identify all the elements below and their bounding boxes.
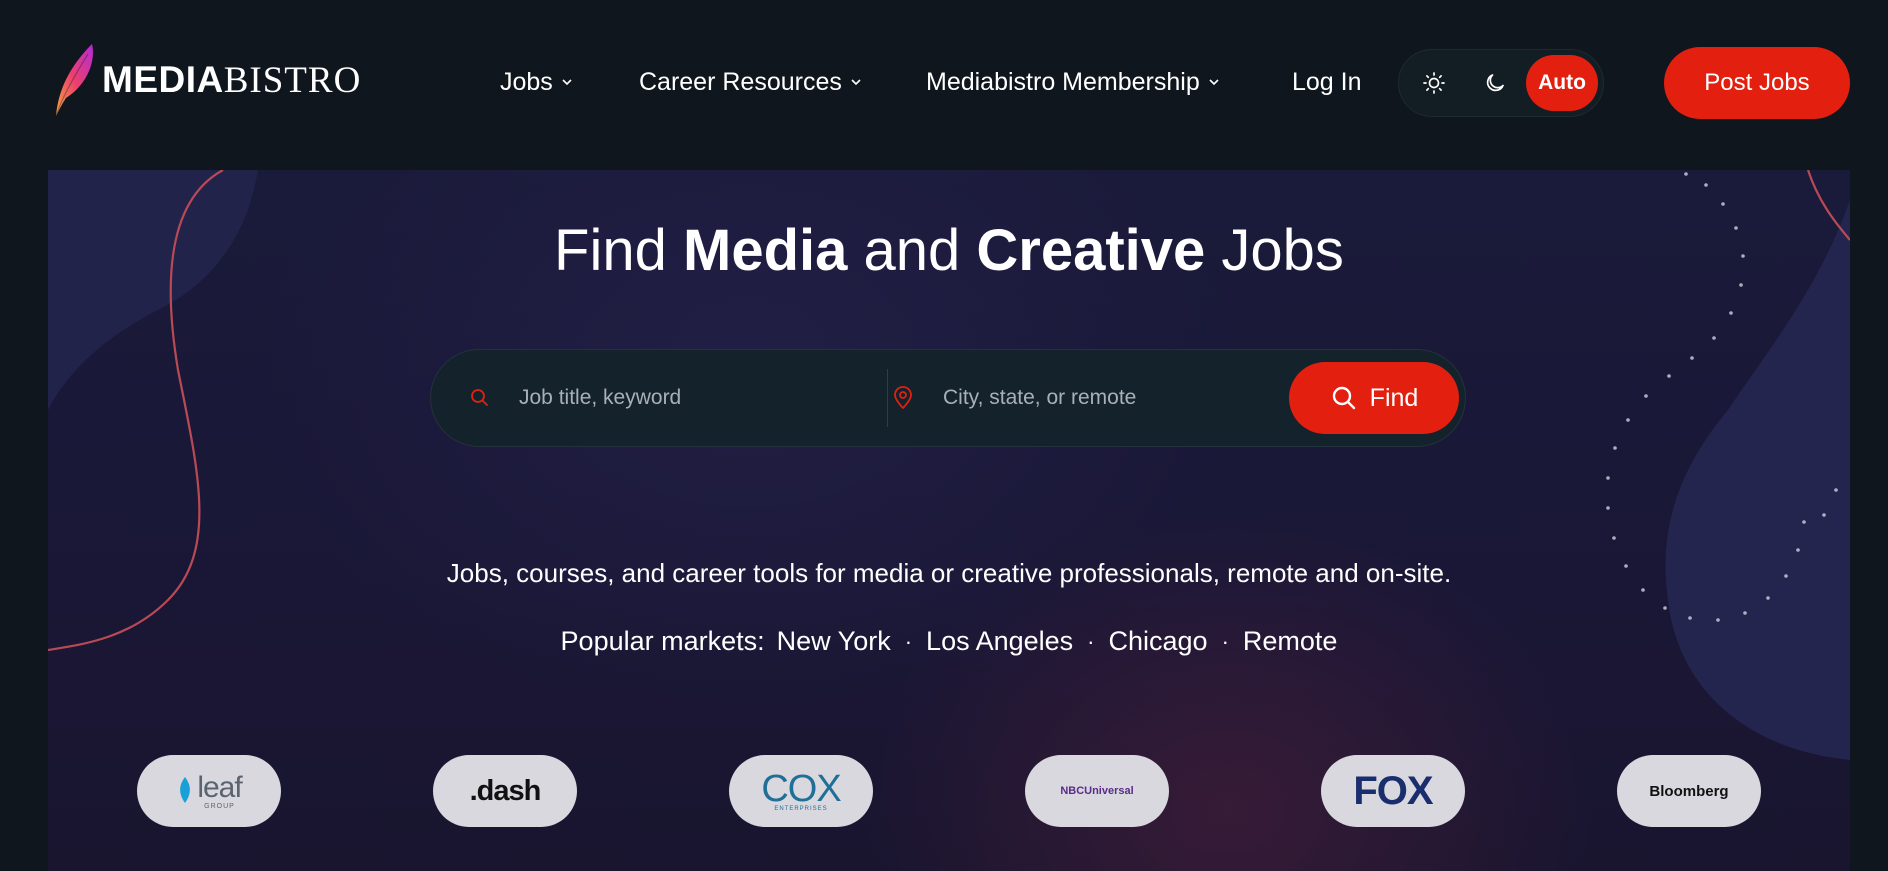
dash-logo[interactable]: .dash (433, 755, 577, 827)
find-button[interactable]: Find (1289, 362, 1459, 434)
nav-item-membership[interactable]: Mediabistro Membership (926, 68, 1221, 97)
cox-logo-main: COX (761, 768, 841, 810)
title-part: Find (554, 218, 683, 283)
chevron-down-icon (562, 79, 572, 86)
sun-icon (1423, 72, 1445, 94)
nav-item-label: Jobs (500, 67, 553, 96)
nbcuniversal-logo[interactable]: NBCUniversal (1025, 755, 1169, 827)
dash-logo-text: .dash (469, 774, 542, 807)
light-theme-button[interactable] (1407, 56, 1461, 110)
search-icon (1332, 386, 1355, 410)
job-search-bar: Find (430, 349, 1466, 447)
hero-title: Find Media and Creative Jobs (48, 216, 1850, 286)
theme-switcher: Auto (1398, 49, 1604, 117)
market-link-los-angeles[interactable]: Los Angeles (926, 626, 1073, 657)
leaf-group-logo[interactable]: leaf GROUP (137, 755, 281, 827)
nav-item-label: Career Resources (639, 67, 842, 96)
nav-item-jobs[interactable]: Jobs (500, 68, 574, 97)
login-label: Log In (1292, 67, 1362, 96)
site-header: MEDIA BISTRO Jobs Career Resources Mediab… (0, 0, 1888, 170)
dot-separator: · (904, 628, 913, 654)
market-link-remote[interactable]: Remote (1243, 626, 1338, 657)
bloomberg-logo-text: Bloomberg (1649, 782, 1729, 800)
post-jobs-label: Post Jobs (1704, 69, 1810, 96)
fox-logo-text: FOX (1353, 768, 1433, 813)
popular-markets-label: Popular markets: (560, 626, 765, 656)
cox-enterprises-logo[interactable]: COX ENTERPRISES (729, 755, 873, 827)
title-emphasis-media: Media (683, 218, 848, 283)
location-field-wrapper (891, 350, 1273, 446)
search-divider (887, 369, 888, 427)
fox-logo[interactable]: FOX (1321, 755, 1465, 827)
title-emphasis-creative: Creative (976, 218, 1206, 283)
main-nav: Jobs Career Resources Mediabistro Member… (0, 60, 1888, 104)
market-link-chicago[interactable]: Chicago (1109, 626, 1208, 657)
partner-logos: leaf GROUP .dash COX ENTERPRISES NBCUniv… (48, 755, 1850, 827)
location-pin-icon (894, 386, 912, 409)
login-link[interactable]: Log In (1292, 68, 1362, 97)
hero-tagline: Jobs, courses, and career tools for medi… (446, 558, 1452, 588)
dot-separator: · (1221, 628, 1229, 654)
popular-markets: Popular markets: New York · Los Angeles … (48, 626, 1850, 657)
find-button-label: Find (1369, 383, 1419, 412)
search-icon (471, 389, 488, 406)
title-part: and (847, 218, 977, 283)
location-input[interactable] (943, 386, 1273, 410)
bloomberg-logo[interactable]: Bloomberg (1617, 755, 1761, 827)
keyword-input[interactable] (519, 386, 849, 410)
chevron-down-icon (1209, 79, 1219, 86)
leaf-icon (180, 777, 191, 803)
leaf-wordmark: leaf GROUP (197, 770, 242, 810)
post-jobs-button[interactable]: Post Jobs (1664, 47, 1850, 119)
hero-section: Find Media and Creative Jobs Find Jo (48, 170, 1850, 871)
leaf-logo-sub: GROUP (204, 802, 235, 810)
title-part: Jobs (1205, 218, 1344, 283)
keyword-field-wrapper (469, 350, 849, 446)
cox-wordmark: COX ENTERPRISES (761, 768, 841, 812)
dark-theme-button[interactable] (1468, 56, 1522, 110)
leaf-logo-main: leaf (197, 770, 242, 804)
nav-item-label: Mediabistro Membership (926, 67, 1200, 96)
dot-separator: · (1087, 628, 1095, 654)
chevron-down-icon (851, 79, 861, 86)
nav-item-career-resources[interactable]: Career Resources (639, 68, 863, 97)
auto-theme-label: Auto (1538, 71, 1586, 94)
auto-theme-button[interactable]: Auto (1526, 55, 1598, 111)
cox-logo-sub: ENTERPRISES (774, 806, 828, 812)
moon-icon (1486, 74, 1504, 92)
market-link-new-york[interactable]: New York (777, 626, 891, 657)
nbc-logo-text: NBCUniversal (1060, 785, 1134, 797)
